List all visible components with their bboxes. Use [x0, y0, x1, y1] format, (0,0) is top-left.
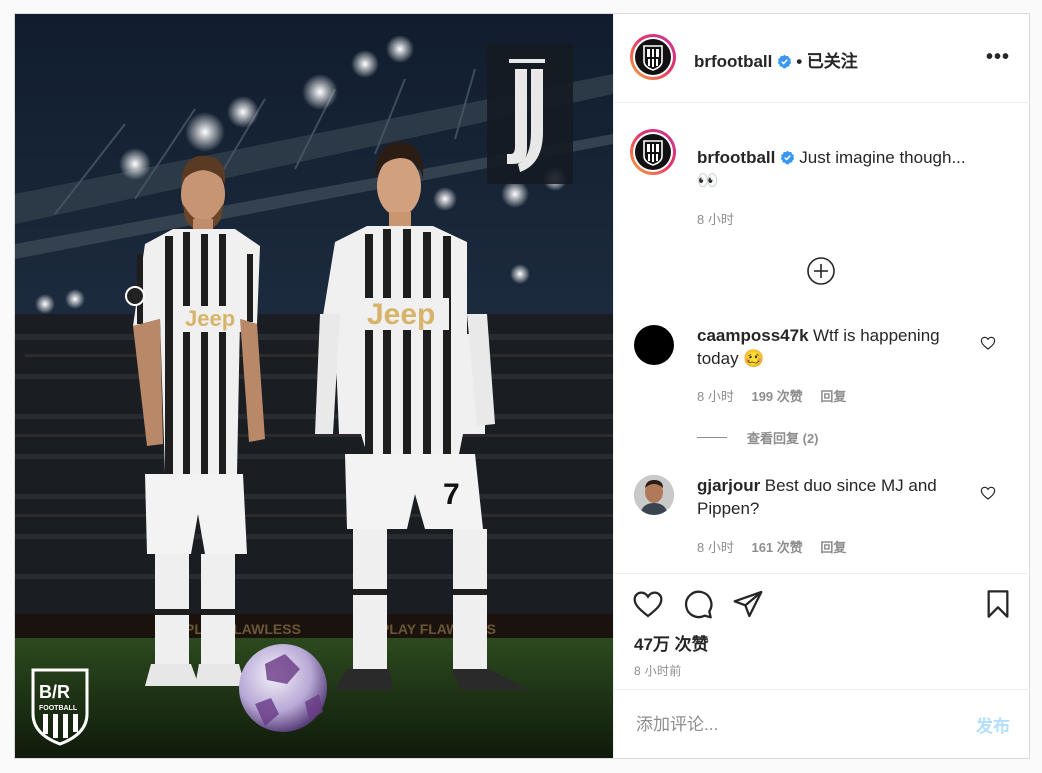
comment-text-cont: Pippen?	[697, 499, 760, 518]
caption-time[interactable]: 8 小时	[697, 209, 734, 228]
jersey-text-right: Jeep	[367, 298, 435, 331]
caption-username[interactable]: brfootball	[697, 148, 775, 167]
caption-emoji: 👀	[697, 171, 719, 190]
author-avatar[interactable]	[630, 34, 676, 80]
shirt-number: 7	[443, 478, 460, 511]
post-side-panel: brfootball • 已关注 ••• brfootball Just ima…	[613, 14, 1030, 758]
comment-avatar[interactable]	[634, 325, 674, 365]
post-comment-button[interactable]: 发布	[976, 712, 1010, 737]
add-comment-bar: 发布	[614, 689, 1030, 758]
comment-time[interactable]: 8 小时	[697, 389, 734, 404]
logo-text: B/R	[39, 682, 70, 702]
comment-username[interactable]: gjarjour	[697, 476, 760, 495]
share-icon[interactable]	[732, 588, 764, 620]
br-avatar-icon	[643, 140, 663, 166]
follow-state-button[interactable]: 已关注	[807, 52, 858, 71]
comment-avatar[interactable]	[634, 475, 674, 515]
post-actions: 47万 次赞 8 小时前	[614, 573, 1030, 689]
heart-icon[interactable]	[632, 588, 664, 620]
bookmark-icon[interactable]	[982, 588, 1014, 620]
football-photo-illustration: PLAY FLAWLESS PLAY FLAWLESS Jeep Jeep 7 …	[15, 14, 613, 758]
comment-likes[interactable]: 199 次赞	[751, 389, 802, 404]
comment-username[interactable]: caamposs47k	[697, 326, 809, 345]
comment-meta: 8 小时 161 次赞 回复	[697, 537, 846, 556]
likes-count[interactable]: 47万 次赞	[634, 630, 709, 655]
header-user-line: brfootball • 已关注	[694, 47, 858, 72]
view-replies-button[interactable]: 查看回复 (2)	[747, 428, 819, 447]
verified-badge-icon	[777, 54, 792, 69]
verified-badge-icon	[780, 150, 795, 165]
comment-icon[interactable]	[682, 588, 714, 620]
more-options-icon[interactable]: •••	[986, 46, 1010, 69]
comment-reply-button[interactable]: 回复	[820, 540, 846, 555]
br-avatar-icon	[643, 45, 663, 71]
post-header: brfootball • 已关注 •••	[614, 14, 1030, 103]
comment-body: gjarjour Best duo since MJ and Pippen?	[697, 475, 967, 521]
comment-input[interactable]	[634, 710, 958, 740]
post-card: PLAY FLAWLESS PLAY FLAWLESS Jeep Jeep 7 …	[14, 13, 1030, 759]
posted-ago[interactable]: 8 小时前	[634, 662, 682, 679]
comment-reply-button[interactable]: 回复	[820, 389, 846, 404]
comment-like-heart-icon[interactable]	[980, 335, 996, 351]
caption: brfootball Just imagine though... 👀	[697, 147, 997, 193]
caption-text: Just imagine though...	[799, 148, 966, 167]
comment-likes[interactable]: 161 次赞	[751, 540, 802, 555]
comment-time[interactable]: 8 小时	[697, 540, 734, 555]
jersey-text-left: Jeep	[185, 306, 235, 331]
view-replies-line	[697, 437, 727, 438]
comment-text: Best duo since MJ and	[764, 476, 937, 495]
comment-body: caamposs47k Wtf is happening today 🥴	[697, 325, 967, 371]
comment-like-heart-icon[interactable]	[980, 485, 996, 501]
caption-avatar[interactable]	[630, 129, 676, 175]
comment-meta: 8 小时 199 次赞 回复	[697, 386, 846, 405]
header-username[interactable]: brfootball	[694, 52, 772, 71]
plus-circle-icon[interactable]	[806, 256, 836, 291]
post-image[interactable]: PLAY FLAWLESS PLAY FLAWLESS Jeep Jeep 7 …	[15, 14, 613, 758]
comments-section[interactable]: brfootball Just imagine though... 👀 8 小时	[614, 103, 1030, 573]
comment-text: Wtf is happening	[812, 326, 940, 345]
user-avatar-photo	[634, 475, 674, 515]
logo-subtext: FOOTBALL	[39, 705, 78, 712]
comment-text-cont: today 🥴	[697, 349, 765, 368]
header-separator: •	[796, 52, 803, 71]
